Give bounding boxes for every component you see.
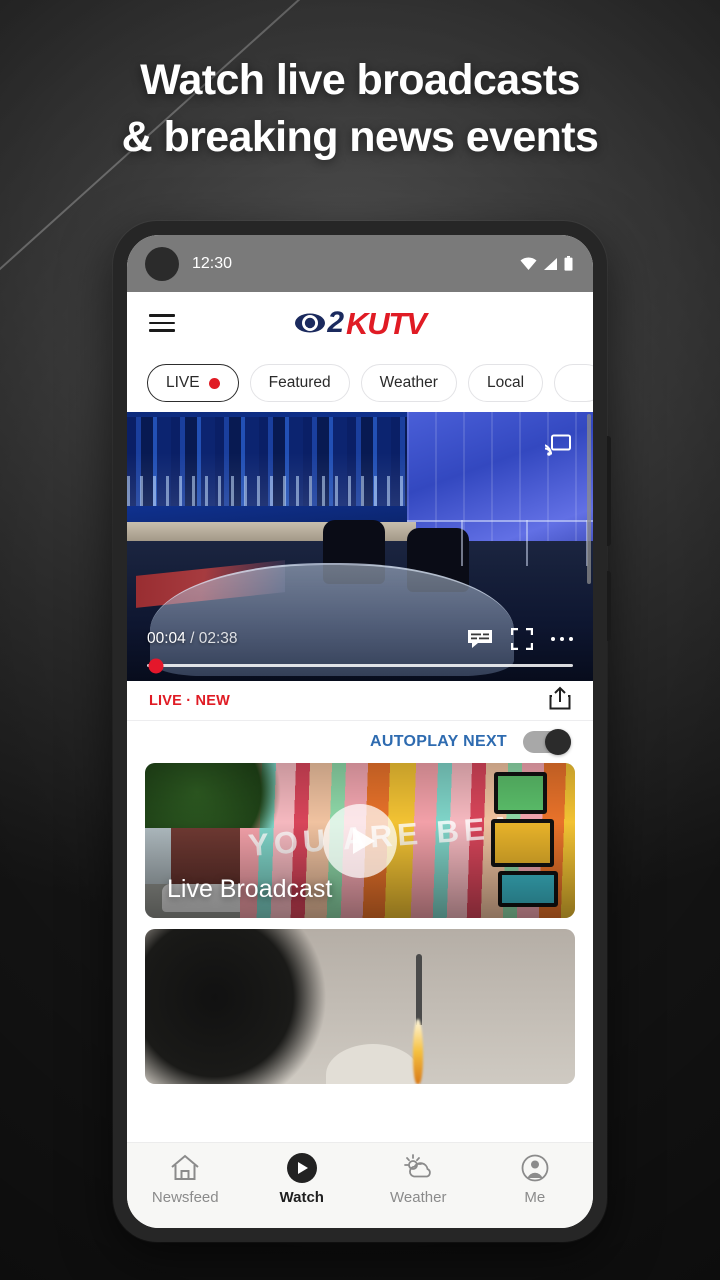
hamburger-menu-icon[interactable] <box>149 314 175 332</box>
headline-line-2: & breaking news events <box>121 113 599 161</box>
video-card-list: YOU ARE BEAUTIFUL Live Br <box>127 763 593 1084</box>
play-circle-icon <box>286 1153 317 1183</box>
chip-live[interactable]: LIVE <box>147 364 239 402</box>
app-header: 2 KUTV <box>127 292 593 354</box>
studio-rail-post <box>460 519 463 566</box>
chip-label: Weather <box>379 374 438 391</box>
more-options-icon[interactable] <box>550 636 573 642</box>
status-bar-icons <box>520 256 573 271</box>
video-card-rocket[interactable] <box>145 929 575 1084</box>
hamburger-line <box>149 321 175 325</box>
cbs-eye-icon <box>295 313 326 333</box>
cellular-signal-icon <box>544 257 557 270</box>
logo-callsign: KUTV <box>346 305 427 341</box>
status-bar-time: 12:30 <box>192 254 233 272</box>
fullscreen-icon[interactable] <box>510 628 533 650</box>
category-chip-row[interactable]: LIVE Featured Weather Local <box>127 354 593 412</box>
progress-scrubber-knob[interactable] <box>148 658 164 673</box>
video-progress-bar[interactable] <box>147 658 573 673</box>
nav-item-me[interactable]: Me <box>477 1153 594 1206</box>
nav-label: Watch <box>279 1189 324 1206</box>
power-button[interactable] <box>607 571 611 641</box>
video-meta-row: LIVE · NEW <box>127 681 593 721</box>
nav-label: Me <box>524 1189 546 1206</box>
total-time: 02:38 <box>198 630 238 647</box>
play-triangle-icon <box>352 827 375 854</box>
share-icon[interactable] <box>549 686 571 715</box>
chip-weather[interactable]: Weather <box>360 364 457 402</box>
hamburger-line <box>149 329 175 332</box>
status-bar: 12:30 <box>127 235 593 292</box>
player-controls[interactable]: 00:04 / 02:38 <box>127 628 593 681</box>
mural-frames <box>489 769 575 909</box>
mural-tree-foliage <box>145 763 300 829</box>
player-timecode: 00:04 / 02:38 <box>147 630 238 648</box>
nav-item-newsfeed[interactable]: Newsfeed <box>127 1153 244 1206</box>
play-button[interactable] <box>323 803 397 878</box>
studio-rail <box>406 519 593 522</box>
chip-next-partial[interactable] <box>554 364 593 402</box>
mural-frame <box>490 819 555 867</box>
front-camera-punchhole <box>145 246 179 281</box>
volume-button[interactable] <box>607 436 611 546</box>
rocket-tree-foliage <box>145 929 343 1084</box>
content-scroll-area[interactable]: 00:04 / 02:38 LIVE · NEW AUTOPLAY NEXT Y… <box>127 412 593 1142</box>
wifi-icon <box>520 256 537 270</box>
phone-mockup: 12:30 2 KUTV LIVE Featured Weather Local… <box>113 221 611 1242</box>
closed-caption-icon[interactable] <box>467 629 493 649</box>
chip-label <box>573 374 586 392</box>
card-title: Live Broadcast <box>167 875 333 903</box>
autoplay-toggle[interactable] <box>523 729 571 755</box>
mural-frame <box>497 871 558 908</box>
phone-screen: 12:30 2 KUTV LIVE Featured Weather Local… <box>127 235 593 1228</box>
logo-channel-number: 2 <box>327 306 344 339</box>
nav-item-weather[interactable]: Weather <box>360 1153 477 1206</box>
time-separator: / <box>185 630 199 647</box>
toggle-knob <box>545 729 571 755</box>
headline-line-1: Watch live broadcasts <box>140 56 580 104</box>
promo-stage: Watch live broadcasts & breaking news ev… <box>0 0 720 1280</box>
nav-label: Newsfeed <box>151 1189 219 1206</box>
content-scrollbar[interactable] <box>587 414 591 584</box>
chip-label: LIVE <box>166 374 200 391</box>
video-card-live-broadcast[interactable]: YOU ARE BEAUTIFUL Live Br <box>145 763 575 918</box>
home-icon <box>170 1153 200 1183</box>
current-time: 00:04 <box>147 630 186 647</box>
chip-label: Featured <box>268 374 331 391</box>
rocket-body <box>415 953 422 1026</box>
person-circle-icon <box>521 1153 549 1183</box>
nav-item-watch[interactable]: Watch <box>244 1153 361 1206</box>
kutv-logo: 2 KUTV <box>127 308 593 339</box>
autoplay-row: AUTOPLAY NEXT <box>127 721 593 763</box>
studio-rail-post <box>525 519 528 566</box>
battery-icon <box>564 256 573 271</box>
live-red-dot-icon <box>208 377 220 389</box>
nav-label: Weather <box>390 1189 447 1206</box>
rocket-flame <box>412 1018 423 1084</box>
hamburger-line <box>149 314 175 317</box>
chip-featured[interactable]: Featured <box>249 364 350 402</box>
chip-label: Local <box>486 374 525 391</box>
player-control-row: 00:04 / 02:38 <box>147 628 573 650</box>
card-thumbnail-rocket <box>145 929 575 1084</box>
mural-frame <box>494 771 548 814</box>
chip-local[interactable]: Local <box>467 364 544 402</box>
studio-skyline-screen <box>127 417 416 507</box>
sun-cloud-icon <box>402 1153 434 1183</box>
bottom-navigation-bar: Newsfeed Watch Weather Me <box>127 1142 593 1228</box>
video-player[interactable]: 00:04 / 02:38 <box>127 412 593 681</box>
autoplay-label: AUTOPLAY NEXT <box>370 733 507 750</box>
new-label: NEW <box>195 692 230 709</box>
meta-separator: · <box>186 692 192 709</box>
promo-headline: Watch live broadcasts & breaking news ev… <box>0 52 720 166</box>
cast-icon[interactable] <box>545 434 571 456</box>
status-badge: LIVE · NEW <box>149 693 230 709</box>
live-label: LIVE <box>149 692 183 709</box>
